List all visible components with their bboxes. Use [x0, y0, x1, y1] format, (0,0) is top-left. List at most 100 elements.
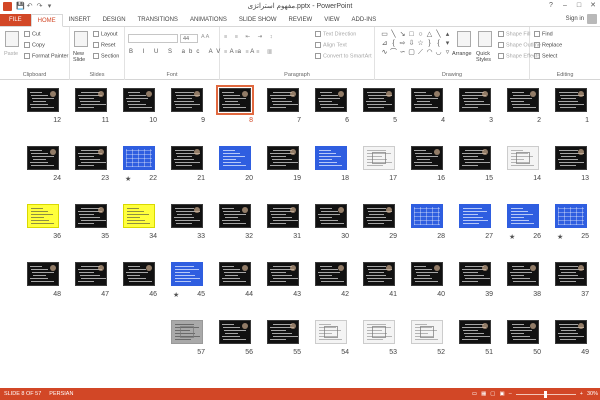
line-icon[interactable]: ⟋	[416, 48, 425, 57]
zoom-slider-knob[interactable]	[543, 390, 547, 398]
arrange-button[interactable]: Arrange	[452, 51, 472, 57]
shapes-gallery[interactable]: ▭ ╲ ↘ □ ○ △ ╲ ▴ ⊿{⇨ ⇩ ☆}{▾ ∿ ⌒ ∽ ▢ ⟋ ◠ ◡ ▿	[380, 30, 452, 66]
reading-view-icon[interactable]: ▢	[490, 391, 495, 397]
slide-thumbnail[interactable]	[315, 146, 347, 170]
quick-styles-button[interactable]: Quick Styles	[476, 51, 494, 63]
tab-review[interactable]: REVIEW	[283, 14, 319, 26]
slide-thumbnail[interactable]	[171, 262, 203, 286]
slide-thumbnail[interactable]	[411, 88, 443, 112]
slide-thumbnail[interactable]	[459, 88, 491, 112]
shape-fill-button[interactable]: Shape Fill	[498, 31, 530, 37]
tab-animations[interactable]: ANIMATIONS	[184, 14, 233, 26]
list-buttons-icon[interactable]: ≡ ≡ ⇤ ⇥ ↕	[224, 34, 276, 40]
slide-thumbnail[interactable]	[507, 88, 539, 112]
slide-thumbnail[interactable]	[27, 88, 59, 112]
tab-insert[interactable]: INSERT	[63, 14, 97, 26]
paste-button[interactable]: Paste	[4, 51, 18, 57]
align-text-button[interactable]: Align Text	[315, 42, 347, 48]
paste-icon[interactable]	[5, 31, 19, 47]
convert-smartart-button[interactable]: Convert to SmartArt	[315, 53, 372, 59]
language-indicator[interactable]: PERSIAN	[49, 391, 73, 397]
tab-design[interactable]: DESIGN	[97, 14, 132, 26]
more-shapes-icon[interactable]: ▿	[443, 48, 452, 57]
curve-icon[interactable]: ◠	[425, 48, 434, 57]
select-button[interactable]: Select	[534, 53, 557, 59]
tab-file[interactable]: FILE	[0, 14, 31, 26]
brace-icon[interactable]: {	[434, 39, 443, 48]
slideshow-icon[interactable]: ▣	[500, 391, 505, 397]
slide-thumbnail[interactable]	[459, 262, 491, 286]
slide-thumbnail[interactable]	[411, 262, 443, 286]
slide-thumbnail[interactable]	[411, 320, 443, 344]
rectangle-icon[interactable]: ▭	[380, 30, 389, 39]
sign-in-link[interactable]: Sign in	[566, 16, 584, 22]
slide-thumbnail[interactable]	[27, 262, 59, 286]
font-name-combo[interactable]	[128, 34, 178, 43]
slide-thumbnail[interactable]	[507, 146, 539, 170]
tab-transitions[interactable]: TRANSITIONS	[132, 14, 184, 26]
format-painter-button[interactable]: Format Painter	[24, 53, 68, 59]
slide-thumbnail[interactable]	[219, 262, 251, 286]
star-icon[interactable]: ☆	[416, 39, 425, 48]
copy-button[interactable]: Copy	[24, 42, 45, 48]
slide-thumbnail[interactable]	[267, 88, 299, 112]
slide-thumbnail[interactable]	[123, 262, 155, 286]
scroll-down-icon[interactable]: ▾	[443, 39, 452, 48]
align-buttons-icon[interactable]: ≡ ≡ ≡ ≡ ▥	[224, 49, 275, 55]
slide-thumbnail[interactable]	[75, 262, 107, 286]
normal-view-icon[interactable]: ▭	[472, 391, 477, 397]
curve-icon[interactable]: ∿	[380, 48, 389, 57]
font-size-combo[interactable]: 44	[180, 34, 198, 43]
slide-thumbnail[interactable]	[363, 262, 395, 286]
slide-thumbnail[interactable]	[555, 320, 587, 344]
zoom-slider[interactable]	[515, 390, 576, 398]
tab-slide-show[interactable]: SLIDE SHOW	[233, 14, 283, 26]
slide-thumbnail[interactable]	[219, 204, 251, 228]
cut-button[interactable]: Cut	[24, 31, 41, 37]
slide-thumbnail[interactable]	[555, 204, 587, 228]
slide-thumbnail[interactable]	[363, 320, 395, 344]
slide-thumbnail[interactable]	[171, 320, 203, 344]
slide-thumbnail[interactable]	[507, 320, 539, 344]
slide-thumbnail[interactable]	[507, 262, 539, 286]
tab-home[interactable]: HOME	[30, 14, 63, 27]
slide-thumbnail[interactable]	[267, 262, 299, 286]
slide-thumbnail[interactable]	[123, 146, 155, 170]
slide-thumbnail[interactable]	[555, 262, 587, 286]
avatar[interactable]	[587, 14, 597, 24]
slide-thumbnail[interactable]	[216, 85, 254, 115]
slide-thumbnail[interactable]	[507, 204, 539, 228]
slide-thumbnail[interactable]	[459, 204, 491, 228]
help-button[interactable]: ?	[544, 0, 558, 12]
slide-thumbnail[interactable]	[267, 204, 299, 228]
slide-thumbnail[interactable]	[555, 146, 587, 170]
scroll-up-icon[interactable]: ▴	[443, 30, 452, 39]
grow-font-icon[interactable]: A A	[201, 34, 209, 40]
slide-thumbnail[interactable]	[459, 146, 491, 170]
find-button[interactable]: Find	[534, 31, 553, 37]
close-button[interactable]: ✕	[586, 0, 600, 12]
quick-styles-icon[interactable]	[478, 31, 492, 47]
slide-sorter-icon[interactable]: ▦	[481, 391, 486, 397]
oval-icon[interactable]: ○	[416, 30, 425, 39]
slide-thumbnail[interactable]	[267, 320, 299, 344]
slide-thumbnail[interactable]	[219, 320, 251, 344]
minimize-button[interactable]: –	[558, 0, 572, 12]
slide-thumbnail[interactable]	[27, 146, 59, 170]
curve-icon[interactable]: ⌒	[389, 48, 398, 57]
slide-thumbnail[interactable]	[27, 204, 59, 228]
brace-icon[interactable]: {	[389, 39, 398, 48]
slide-thumbnail[interactable]	[171, 146, 203, 170]
curve-icon[interactable]: ◡	[434, 48, 443, 57]
slide-thumbnail[interactable]	[363, 88, 395, 112]
triangle-icon[interactable]: ⊿	[380, 39, 389, 48]
slide-thumbnail[interactable]	[75, 146, 107, 170]
slide-thumbnail[interactable]	[171, 204, 203, 228]
curve-icon[interactable]: ∽	[398, 48, 407, 57]
layout-button[interactable]: Layout	[93, 31, 118, 37]
arrow-icon[interactable]: ⇩	[407, 39, 416, 48]
slide-thumbnail[interactable]	[363, 204, 395, 228]
replace-button[interactable]: Replace	[534, 42, 562, 48]
rectangle-icon[interactable]: □	[407, 30, 416, 39]
slide-thumbnail[interactable]	[267, 146, 299, 170]
